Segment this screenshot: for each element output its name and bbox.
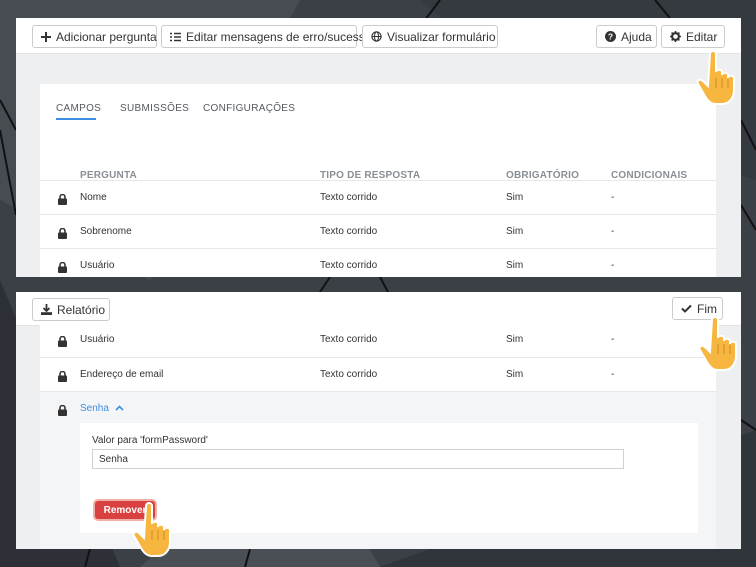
field-name-label: Senha: [80, 403, 109, 414]
edit-button[interactable]: Editar: [661, 25, 725, 48]
lock-icon: [58, 369, 67, 387]
lock-icon: [58, 226, 67, 244]
add-question-label: Adicionar pergunta: [56, 29, 157, 44]
help-label: Ajuda: [621, 29, 652, 44]
conditional-cell: -: [611, 260, 615, 271]
preview-form-label: Visualizar formulário: [387, 29, 496, 44]
question-cell: Nome: [80, 192, 107, 203]
add-question-button[interactable]: Adicionar pergunta: [32, 25, 157, 48]
tab-submissions[interactable]: SUBMISSÕES: [120, 103, 189, 114]
gear-icon: [670, 31, 681, 42]
lock-icon: [58, 260, 67, 277]
expanded-field-name[interactable]: Senha: [80, 403, 124, 414]
lock-icon: [58, 334, 67, 352]
table-row[interactable]: Endereço de email Texto corrido Sim -: [40, 357, 716, 391]
conditional-cell: -: [611, 192, 615, 203]
table-row[interactable]: Sobrenome Texto corrido Sim -: [40, 214, 716, 248]
edit-messages-label: Editar mensagens de erro/sucesso: [186, 29, 372, 44]
tab-fields[interactable]: CAMPOS: [56, 103, 101, 114]
conditional-cell: -: [611, 369, 615, 380]
lock-icon: [58, 192, 67, 210]
question-cell: Usuário: [80, 334, 115, 345]
edit-label: Editar: [686, 29, 718, 44]
help-button[interactable]: ? Ajuda: [596, 25, 657, 48]
svg-text:?: ?: [608, 32, 613, 42]
form-editor-panel-bottom: Relatório Fim Usuário Texto corrido Sim …: [16, 292, 741, 549]
bottom-toolbar: Relatório Fim: [16, 292, 741, 326]
required-cell: Sim: [506, 226, 524, 237]
table-row[interactable]: Usuário Texto corrido Sim -: [40, 248, 716, 277]
report-button[interactable]: Relatório: [32, 298, 110, 321]
type-cell: Texto corrido: [320, 260, 378, 271]
type-cell: Texto corrido: [320, 226, 378, 237]
value-input[interactable]: Senha: [92, 449, 624, 469]
lock-icon: [58, 403, 67, 421]
required-cell: Sim: [506, 260, 524, 271]
question-cell: Usuário: [80, 260, 115, 271]
tab-settings[interactable]: CONFIGURAÇÕES: [203, 103, 295, 114]
table-row[interactable]: Nome Texto corrido Sim -: [40, 180, 716, 214]
type-cell: Texto corrido: [320, 369, 378, 380]
required-cell: Sim: [506, 334, 524, 345]
chevron-up-icon: [115, 405, 124, 411]
conditional-cell: -: [611, 226, 615, 237]
table-row[interactable]: Usuário Texto corrido Sim -: [40, 323, 716, 357]
check-icon: [681, 304, 692, 313]
question-circle-icon: ?: [605, 31, 616, 42]
hand-pointer-icon: [698, 316, 737, 371]
hand-pointer-icon: [696, 50, 735, 105]
globe-icon: [371, 31, 382, 42]
download-icon: [41, 304, 52, 315]
form-editor-panel-top: Adicionar pergunta Editar mensagens de e…: [16, 18, 741, 277]
hand-pointer-icon: [132, 502, 171, 557]
value-label: Valor para 'formPassword': [92, 435, 208, 446]
type-cell: Texto corrido: [320, 334, 378, 345]
report-label: Relatório: [57, 302, 106, 317]
required-cell: Sim: [506, 192, 524, 203]
edit-messages-button[interactable]: Editar mensagens de erro/sucesso: [161, 25, 371, 48]
question-cell: Endereço de email: [80, 369, 164, 380]
preview-form-button[interactable]: Visualizar formulário: [362, 25, 498, 48]
top-toolbar: Adicionar pergunta Editar mensagens de e…: [16, 18, 741, 54]
required-cell: Sim: [506, 369, 524, 380]
plus-icon: [41, 31, 51, 42]
question-cell: Sobrenome: [80, 226, 132, 237]
conditional-cell: -: [611, 334, 615, 345]
type-cell: Texto corrido: [320, 192, 378, 203]
list-check-icon: [170, 32, 181, 42]
active-tab-indicator: [56, 118, 96, 120]
